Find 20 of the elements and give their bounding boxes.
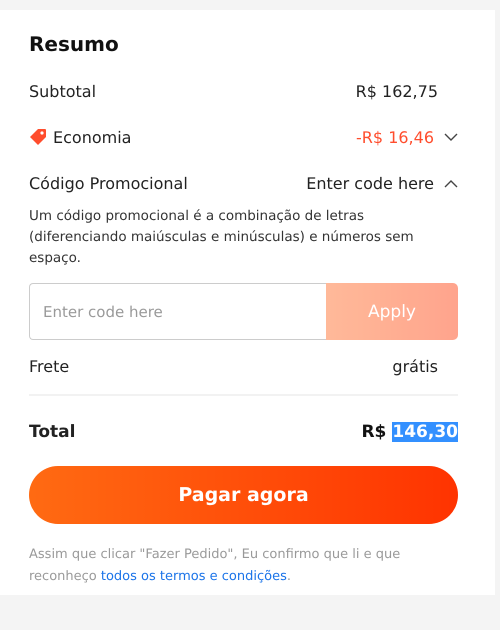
collapse-icon[interactable] bbox=[444, 178, 458, 188]
shipping-value: grátis bbox=[392, 356, 438, 376]
expand-icon[interactable] bbox=[444, 132, 458, 142]
shipping-label: Frete bbox=[29, 356, 70, 376]
total-currency: R$ bbox=[361, 422, 386, 442]
terms-link[interactable]: todos os termos e condições bbox=[100, 569, 287, 584]
savings-value: -R$ 16,46 bbox=[356, 128, 434, 146]
summary-title: Resumo bbox=[29, 32, 120, 56]
savings-label: Economia bbox=[53, 128, 132, 146]
promo-label: Código Promocional bbox=[29, 174, 188, 192]
total-label: Total bbox=[29, 422, 76, 442]
terms-notice: Assim que clicar "Fazer Pedido", Eu confirmo que li e que reconheço todos os termos e condições. bbox=[29, 546, 402, 586]
promo-code-field[interactable]: Enter code here bbox=[29, 283, 326, 340]
subtotal-label: Subtotal bbox=[29, 82, 96, 100]
promo-value[interactable]: Enter code here bbox=[306, 174, 434, 192]
subtotal-value: R$ 162,75 bbox=[356, 82, 438, 100]
pay-now-button[interactable]: Pagar agora bbox=[29, 466, 458, 524]
promo-description: Um código promocional é a combinação de letras (diferenciando maiúsculas e minúsculas) e números sem espaço. bbox=[29, 207, 415, 268]
total-amount: 146,30 bbox=[392, 422, 458, 442]
tag-icon bbox=[29, 128, 47, 146]
